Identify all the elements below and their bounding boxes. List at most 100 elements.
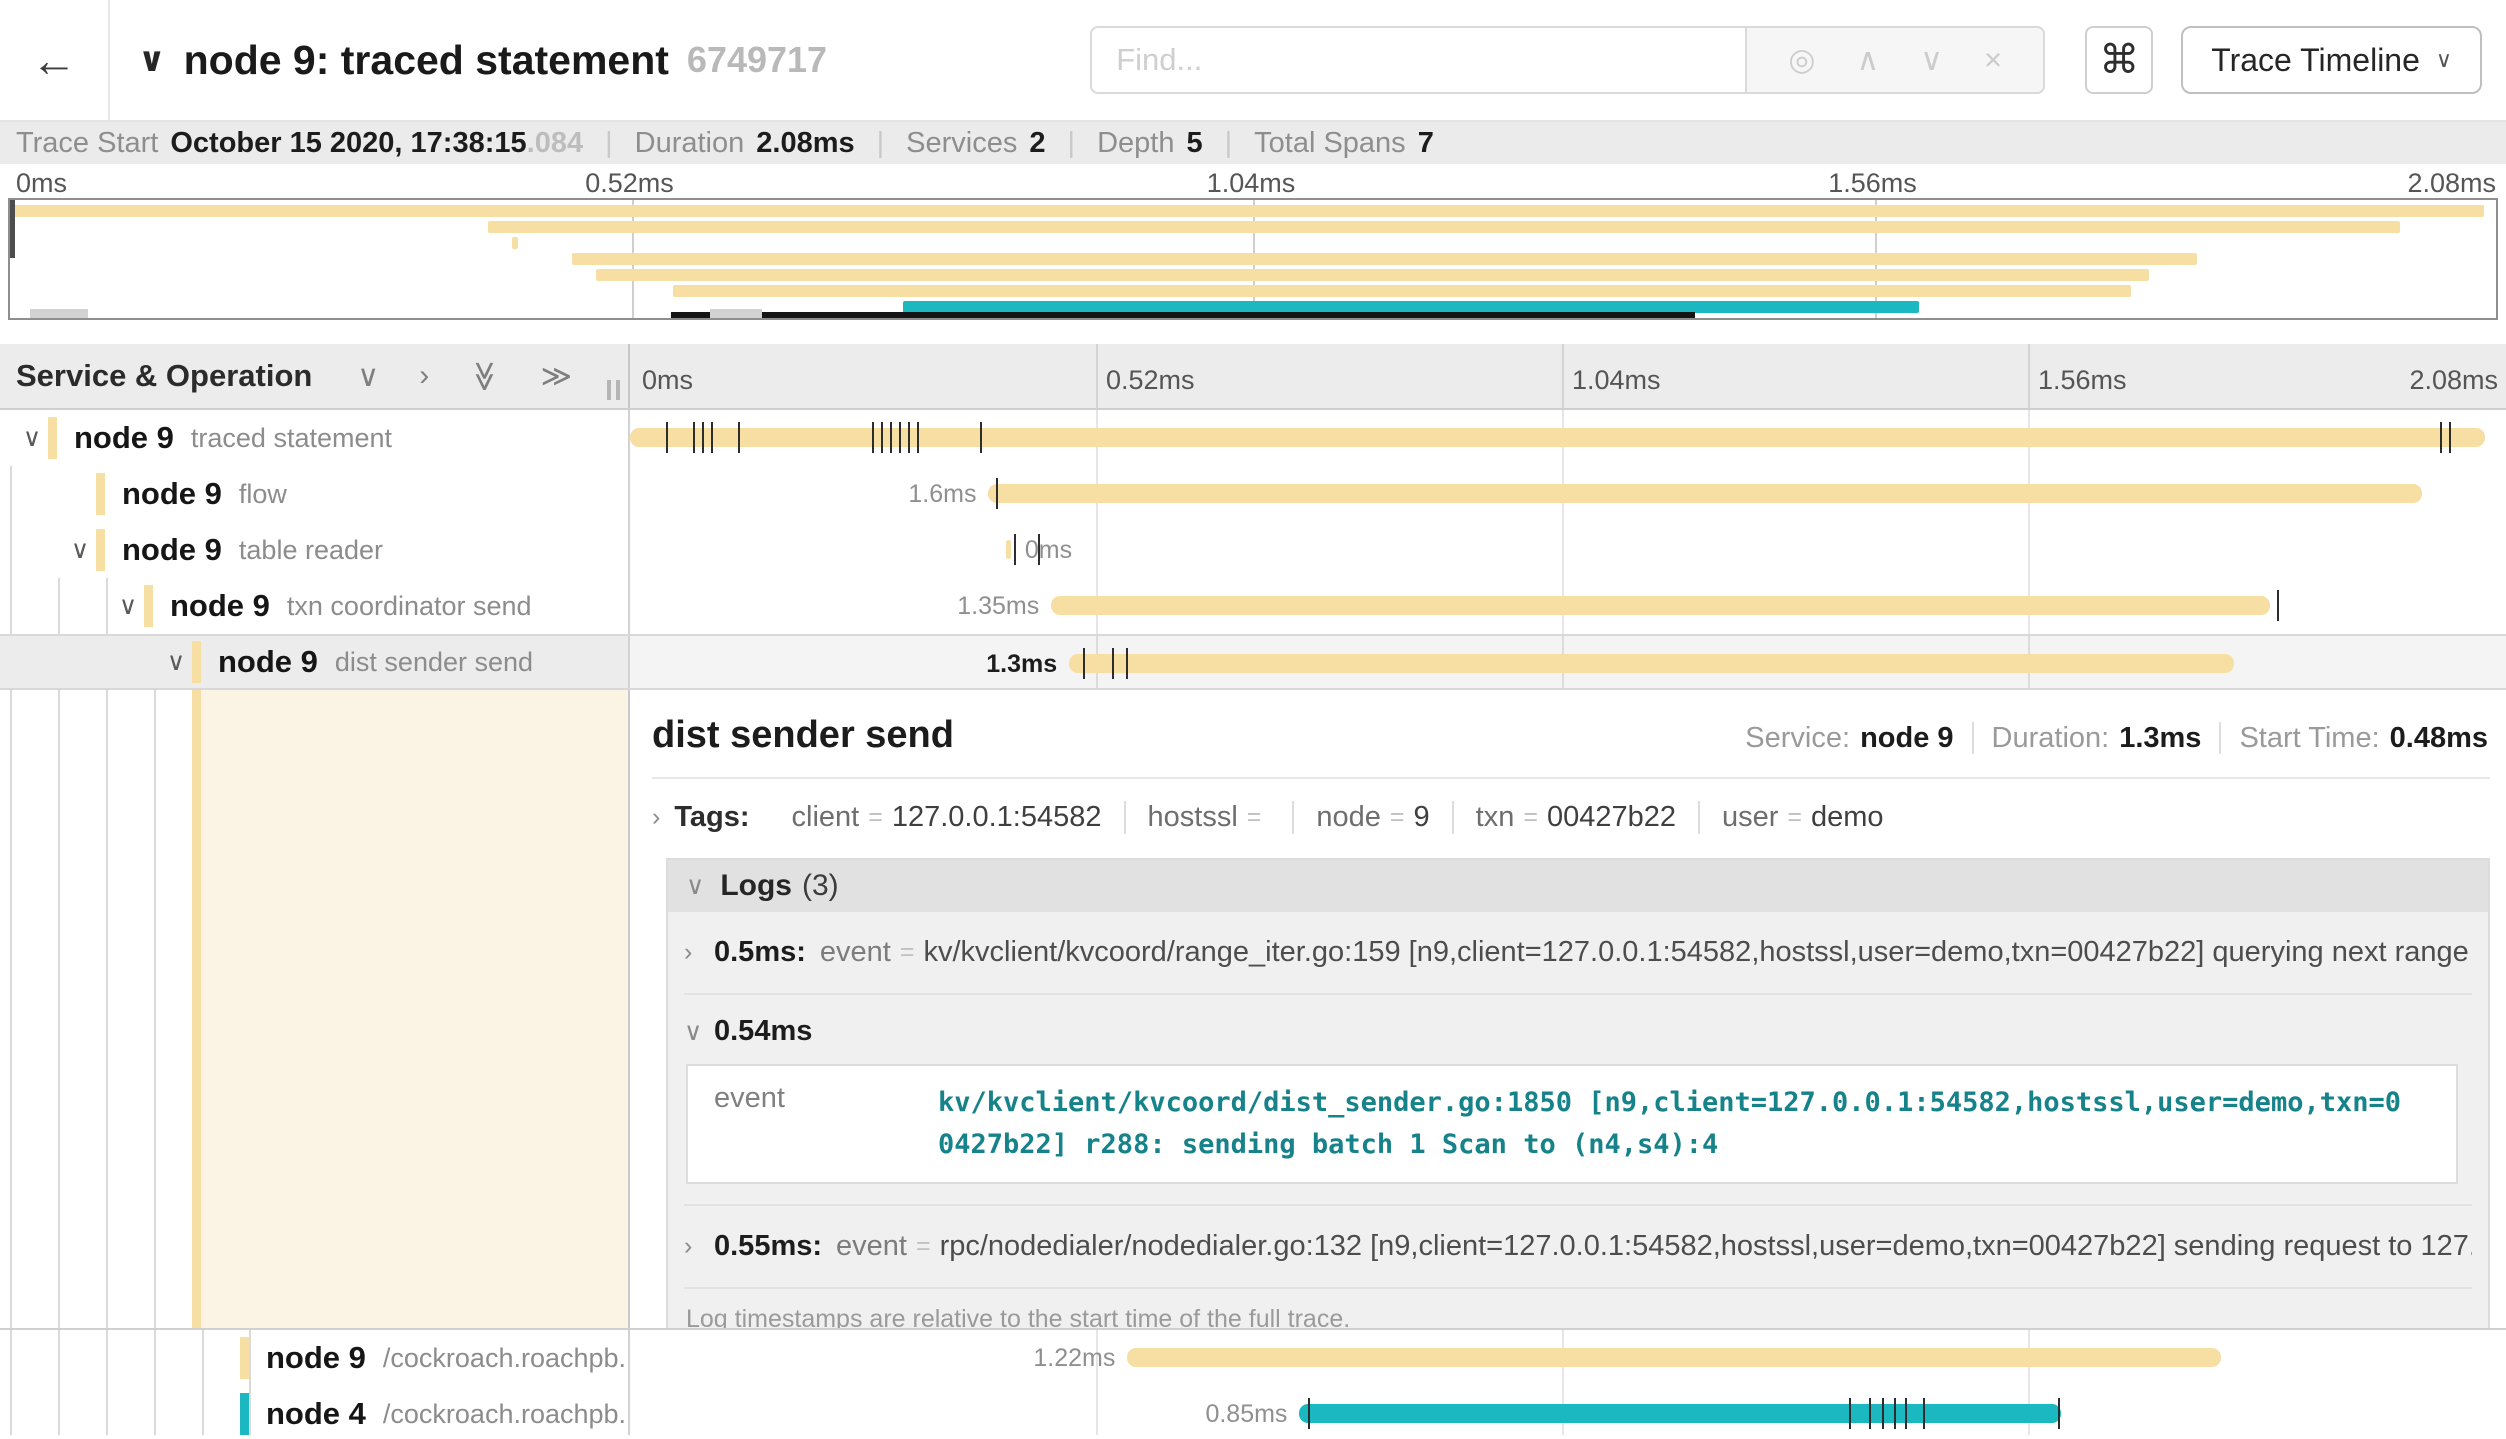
log-event-tick [1308, 1398, 1310, 1429]
log-event-tick [996, 478, 998, 509]
span-duration-label: 0ms [1025, 536, 1072, 565]
span-duration-label: 1.3ms [986, 650, 1057, 679]
logs-footnote: Log timestamps are relative to the start… [684, 1287, 2472, 1328]
span-row[interactable]: ∨node 9dist sender send1.3ms [0, 634, 2506, 690]
span-bar[interactable] [1299, 1404, 2061, 1423]
focus-match-icon[interactable]: ◎ [1788, 42, 1815, 78]
log-event-tick [666, 422, 668, 453]
summary-item: Trace StartOctober 15 2020, 17:38:15.084 [16, 127, 583, 160]
span-operation-name: traced statement [191, 423, 392, 454]
span-color-strip [192, 690, 201, 1328]
span-row[interactable]: ∨node 9txn coordinator send1.35ms [0, 578, 2506, 634]
summary-item: Depth5 [1097, 127, 1203, 160]
find-tools: ◎ ∧ ∨ × [1745, 26, 2045, 94]
span-bar[interactable] [1127, 1348, 2220, 1367]
collapse-title-chevron-icon[interactable]: ∨ [138, 40, 166, 80]
service-operation-title: Service & Operation [16, 358, 312, 394]
summary-label: Trace Start [16, 127, 158, 159]
summary-separator: | [877, 127, 885, 160]
summary-value: 5 [1186, 127, 1202, 159]
clear-search-icon[interactable]: × [1984, 42, 2002, 78]
tag-value: 00427b22 [1547, 801, 1676, 834]
span-bar[interactable] [1006, 540, 1011, 559]
span-operation-name: flow [239, 479, 287, 510]
span-bar[interactable] [1069, 654, 2234, 673]
summary-item: Total Spans7 [1254, 127, 1434, 160]
log-entry-header[interactable]: ∨0.54ms [684, 1009, 2472, 1062]
expand-all-icon[interactable]: ≫ [541, 359, 572, 394]
minimap-span-bar [673, 285, 2131, 297]
span-service-name: node 9 [218, 644, 318, 680]
span-duration-label: 1.22ms [1033, 1344, 1115, 1373]
minimap-canvas[interactable] [8, 198, 2498, 320]
find-input[interactable] [1090, 26, 1745, 94]
command-icon: ⌘ [2099, 37, 2139, 83]
log-collapse-chevron-icon[interactable]: ∨ [684, 1017, 714, 1047]
log-expand-chevron-icon[interactable]: › [684, 1232, 714, 1261]
span-row[interactable]: ∨node 9traced statement [0, 410, 2506, 466]
span-row-name-column: node 4/cockroach.roachpb.I… [0, 1386, 628, 1435]
detail-divider [652, 777, 2490, 779]
minimap-tick-label: 2.08ms [2407, 168, 2496, 199]
chevron-down-icon[interactable]: ∨ [164, 647, 188, 677]
back-button[interactable]: ← [0, 0, 110, 120]
log-entry[interactable]: ›0.55ms:event=rpc/nodedialer/nodedialer.… [684, 1204, 2472, 1287]
chevron-down-icon[interactable]: ∨ [68, 535, 92, 565]
tag-item: txn=00427b22 [1452, 801, 1698, 834]
log-event-tick [1923, 1398, 1925, 1429]
trace-title-group[interactable]: ∨ node 9: traced statement 6749717 [138, 37, 827, 84]
span-duration-label: 0.85ms [1205, 1400, 1287, 1429]
span-bar[interactable] [1051, 596, 2270, 615]
view-type-dropdown[interactable]: Trace Timeline ∨ [2181, 26, 2482, 94]
minimap-tick-labels: 0ms0.52ms1.04ms1.56ms2.08ms [0, 164, 2506, 198]
span-service-name: node 9 [170, 588, 270, 624]
ruler-tick-label: 1.04ms [1572, 365, 1661, 396]
minimap-drag-handle[interactable] [30, 309, 88, 318]
span-row[interactable]: node 9/cockroach.roachpb.I…1.22ms [0, 1330, 2506, 1386]
span-row[interactable]: ∨node 9table reader0ms [0, 522, 2506, 578]
keyboard-shortcuts-button[interactable]: ⌘ [2085, 26, 2153, 94]
logs-header[interactable]: ∨ Logs (3) [668, 860, 2488, 912]
collapse-all-icon[interactable]: ≫ [467, 360, 502, 391]
collapse-one-icon[interactable]: ∨ [357, 359, 379, 394]
span-row-timeline: 1.6ms [628, 466, 2506, 522]
span-operation-name: /cockroach.roachpb.I… [383, 1343, 628, 1374]
chevron-down-icon[interactable]: ∨ [20, 423, 44, 453]
span-row[interactable]: node 9flow1.6ms [0, 466, 2506, 522]
span-detail-accent [201, 690, 628, 1328]
trace-summary-bar: Trace StartOctober 15 2020, 17:38:15.084… [0, 122, 2506, 164]
ruler-tick-label: 1.56ms [2038, 365, 2127, 396]
tag-item: node=9 [1292, 801, 1451, 834]
span-rows-bottom: node 9/cockroach.roachpb.I…1.22msnode 4/… [0, 1330, 2506, 1435]
logs-collapse-chevron-icon[interactable]: ∨ [686, 871, 704, 901]
tags-row[interactable]: › Tags: client=127.0.0.1:54582hostssl=no… [652, 801, 2490, 834]
equals-sign: = [1247, 803, 1262, 832]
log-field-value: rpc/nodedialer/nodedialer.go:132 [n9,cli… [940, 1230, 2472, 1263]
next-match-icon[interactable]: ∨ [1920, 42, 1943, 78]
span-row[interactable]: node 4/cockroach.roachpb.I… 0.85ms [0, 1386, 2506, 1435]
equals-sign: = [916, 1232, 931, 1261]
log-event-tick [1083, 648, 1085, 679]
minimap-drag-handle[interactable] [710, 309, 762, 318]
tags-expand-chevron-icon[interactable]: › [652, 803, 660, 832]
tag-key: user [1722, 801, 1778, 834]
expand-one-icon[interactable]: › [419, 359, 429, 394]
log-entry[interactable]: ›0.5ms:event=kv/kvclient/kvcoord/range_i… [684, 912, 2472, 993]
span-detail-gutter [0, 690, 628, 1328]
minimap-tick-label: 0ms [16, 168, 67, 199]
chevron-down-icon[interactable]: ∨ [116, 591, 140, 621]
span-bar[interactable] [988, 484, 2422, 503]
timeline-header: Service & Operation ∨ › ≫ ≫ 0ms0.52ms1.0… [0, 344, 2506, 410]
span-row-timeline: 1.3ms [628, 636, 2506, 688]
span-row-timeline [628, 410, 2506, 466]
column-resize-handle[interactable] [607, 380, 620, 400]
tag-value: demo [1811, 801, 1884, 834]
log-expand-chevron-icon[interactable]: › [684, 938, 714, 967]
minimap-viewport-bar[interactable] [671, 312, 1695, 318]
log-event-tick [738, 422, 740, 453]
span-rows: ∨node 9traced statementnode 9flow1.6ms∨n… [0, 410, 2506, 1435]
equals-sign: = [1787, 803, 1802, 832]
minimap-scrubber[interactable] [10, 200, 15, 258]
page-title: node 9: traced statement [184, 37, 669, 84]
prev-match-icon[interactable]: ∧ [1856, 42, 1879, 78]
